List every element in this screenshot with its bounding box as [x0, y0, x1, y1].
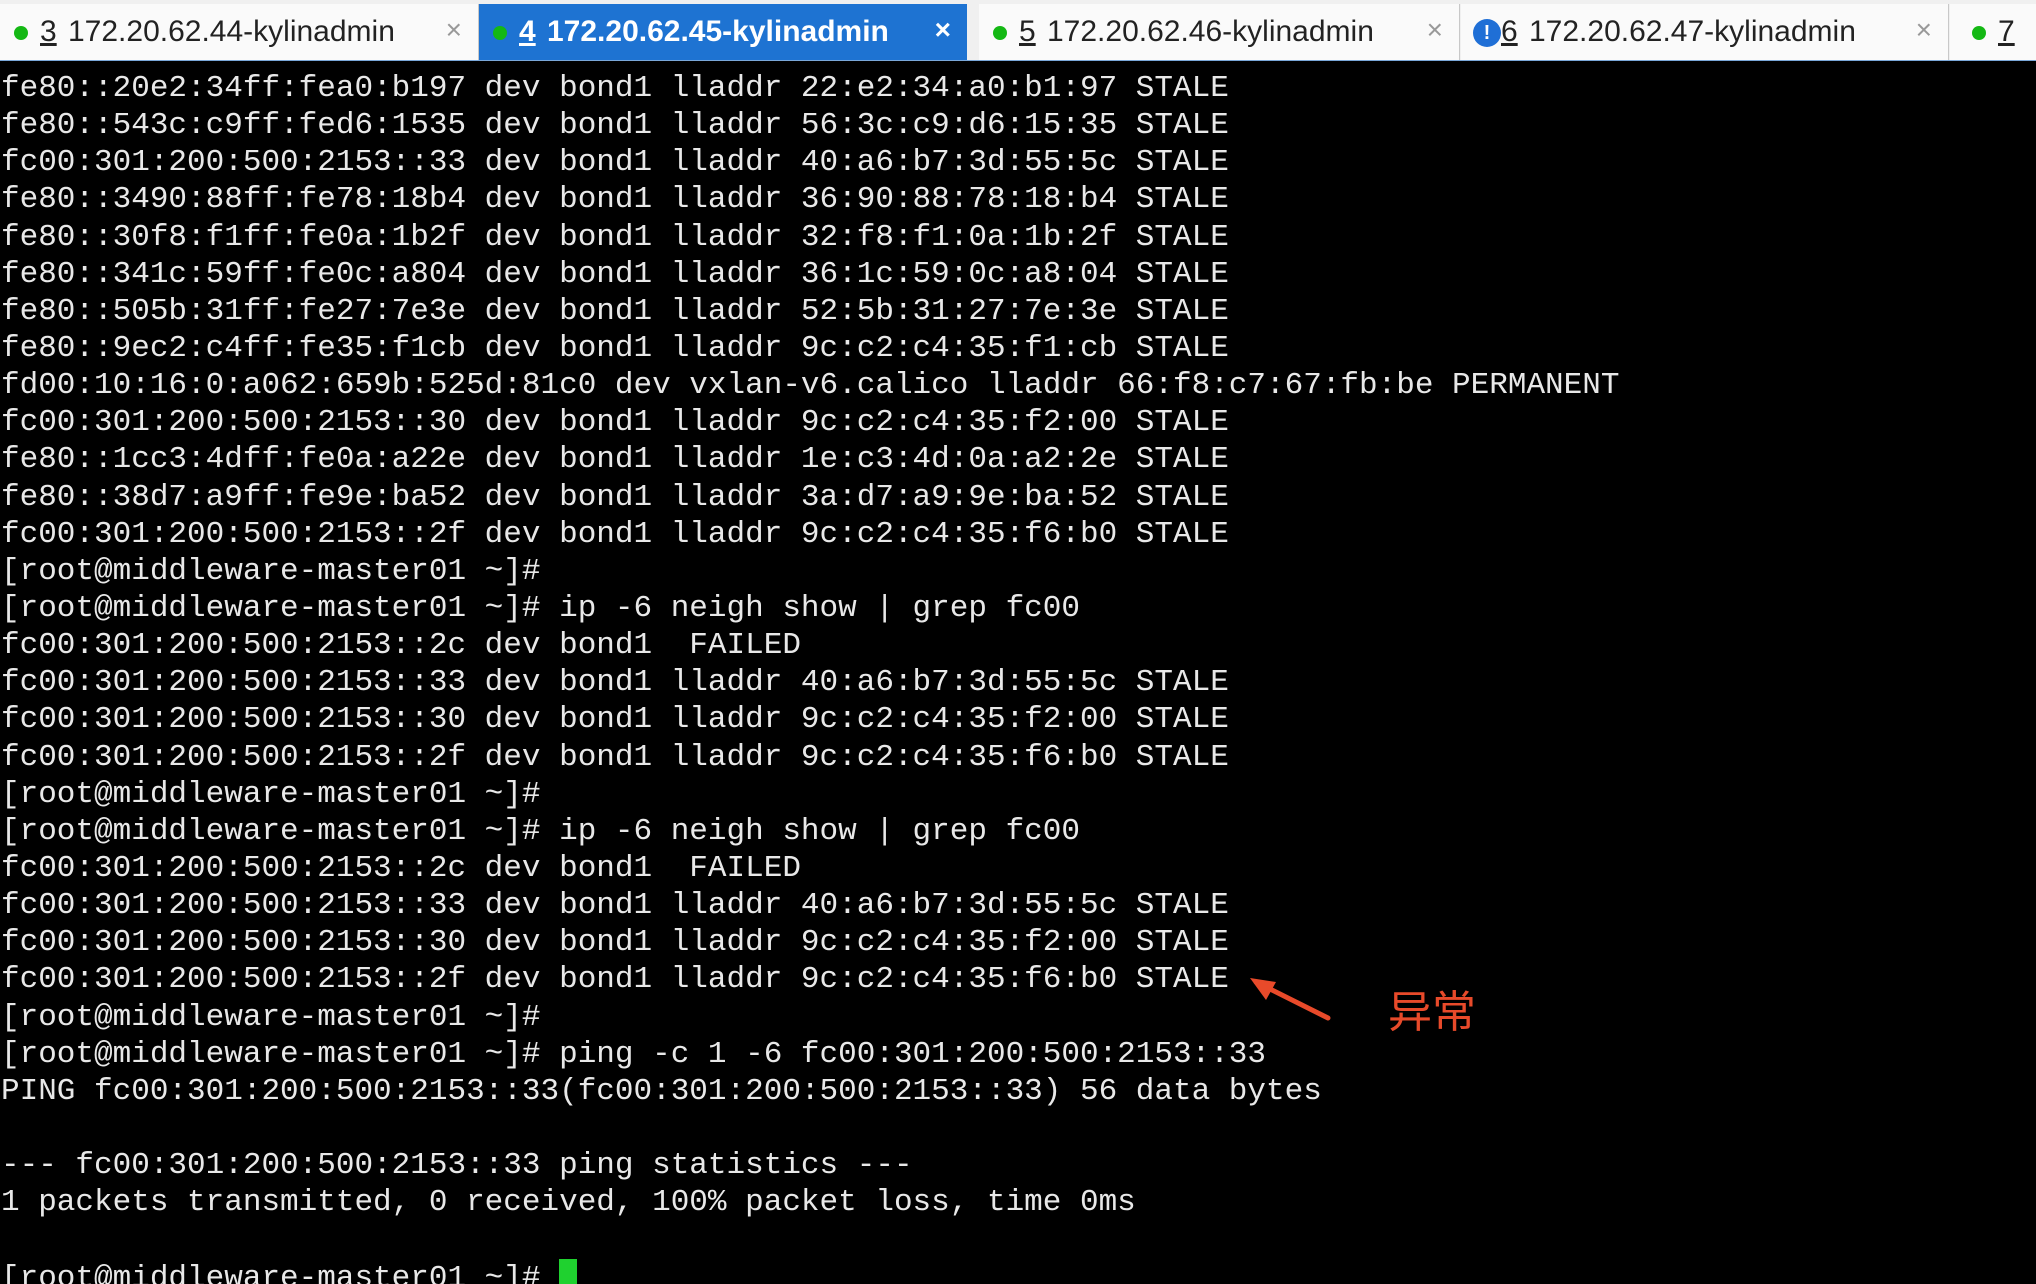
terminal-line: fc00:301:200:500:2153::30 dev bond1 llad…	[1, 405, 1229, 441]
terminal-line: [root@middleware-master01 ~]#	[1, 776, 541, 812]
terminal-line: [root@middleware-master01 ~]#	[1, 553, 541, 589]
terminal-line: fe80::30f8:f1ff:fe0a:1b2f dev bond1 llad…	[1, 219, 1229, 255]
terminal-line: fc00:301:200:500:2153::33 dev bond1 llad…	[1, 145, 1229, 181]
terminal-line: [root@middleware-master01 ~]# ping -c 1 …	[1, 1036, 1267, 1072]
tab-title: 172.20.62.44-kylinadmin	[68, 15, 395, 48]
tab-session-3[interactable]: 3 172.20.62.44-kylinadmin ×	[0, 4, 479, 60]
terminal-line: fc00:301:200:500:2153::2c dev bond1 FAIL…	[1, 628, 801, 664]
terminal-line: fe80::20e2:34ff:fea0:b197 dev bond1 llad…	[1, 71, 1229, 106]
tab-session-5[interactable]: 5 172.20.62.46-kylinadmin ×	[979, 4, 1460, 60]
terminal-line: --- fc00:301:200:500:2153::33 ping stati…	[1, 1148, 913, 1184]
close-icon[interactable]: ×	[935, 2, 951, 58]
terminal-line: PING fc00:301:200:500:2153::33(fc00:301:…	[1, 1073, 1322, 1109]
terminal-line: fc00:301:200:500:2153::30 dev bond1 llad…	[1, 702, 1229, 738]
tab-title: 172.20.62.46-kylinadmin	[1047, 15, 1374, 48]
terminal-prompt: [root@middleware-master01 ~]#	[1, 1260, 560, 1284]
tab-session-7[interactable]: 7	[1950, 4, 2036, 60]
tab-number: 7	[1998, 15, 2015, 48]
terminal-cursor	[559, 1258, 578, 1284]
close-icon[interactable]: ×	[1916, 2, 1932, 58]
terminal-line: fc00:301:200:500:2153::2c dev bond1 FAIL…	[1, 850, 801, 886]
tab-number: 3	[40, 15, 57, 48]
tab-title: 172.20.62.45-kylinadmin	[547, 15, 889, 48]
terminal-line: [root@middleware-master01 ~]# ip -6 neig…	[1, 813, 1080, 849]
green-dot-icon	[993, 26, 1007, 40]
close-icon[interactable]: ×	[446, 2, 462, 58]
terminal-line: fe80::9ec2:c4ff:fe35:f1cb dev bond1 llad…	[1, 330, 1229, 366]
annotation-label: 异常	[1388, 987, 1476, 1038]
terminal-line: fc00:301:200:500:2153::33 dev bond1 llad…	[1, 665, 1229, 701]
terminal-line: fe80::505b:31ff:fe27:7e3e dev bond1 llad…	[1, 293, 1229, 329]
terminal-line: fe80::341c:59ff:fe0c:a804 dev bond1 llad…	[1, 256, 1229, 292]
tab-title: 172.20.62.47-kylinadmin	[1529, 15, 1856, 48]
terminal-line: fe80::543c:c9ff:fed6:1535 dev bond1 llad…	[1, 108, 1229, 144]
close-icon[interactable]: ×	[1427, 2, 1443, 58]
terminal-line: fe80::3490:88ff:fe78:18b4 dev bond1 llad…	[1, 182, 1229, 218]
terminal-line: fc00:301:200:500:2153::30 dev bond1 llad…	[1, 925, 1229, 961]
exclamation-icon: !	[1473, 19, 1501, 47]
tab-number: 5	[1019, 15, 1036, 48]
terminal-prompt-line[interactable]: [root@middleware-master01 ~]#	[0, 1258, 2036, 1284]
terminal-line: fc00:301:200:500:2153::2f dev bond1 llad…	[1, 739, 1229, 775]
terminal-line: [root@middleware-master01 ~]#	[1, 999, 541, 1035]
green-dot-icon	[493, 26, 507, 40]
tab-number: 4	[519, 15, 536, 48]
terminal-line: fc00:301:200:500:2153::2f dev bond1 llad…	[1, 516, 1229, 552]
terminal-line: fc00:301:200:500:2153::2f dev bond1 llad…	[1, 962, 1229, 998]
tab-number: 6	[1501, 15, 1518, 48]
green-dot-icon	[1972, 26, 1986, 40]
green-dot-icon	[14, 26, 28, 40]
tab-session-6[interactable]: ! 6 172.20.62.47-kylinadmin ×	[1461, 4, 1949, 60]
terminal-line: [root@middleware-master01 ~]# ip -6 neig…	[1, 590, 1080, 626]
annotation-arrow-icon	[1250, 978, 1331, 1021]
terminal-line: fc00:301:200:500:2153::33 dev bond1 llad…	[1, 888, 1229, 924]
terminal-line: fe80::38d7:a9ff:fe9e:ba52 dev bond1 llad…	[1, 479, 1229, 515]
terminal-output[interactable]: fe80::20e2:34ff:fea0:b197 dev bond1 llad…	[0, 70, 2036, 1284]
terminal-line: fe80::1cc3:4dff:fe0a:a22e dev bond1 llad…	[1, 442, 1229, 478]
terminal-line: 1 packets transmitted, 0 received, 100% …	[1, 1185, 1136, 1221]
tab-session-4[interactable]: 4 172.20.62.45-kylinadmin ×	[479, 4, 967, 60]
session-tab-bar: 3 172.20.62.44-kylinadmin × 4 172.20.62.…	[0, 0, 2036, 61]
terminal-line: fd00:10:16:0:a062:659b:525d:81c0 dev vxl…	[1, 368, 1620, 404]
